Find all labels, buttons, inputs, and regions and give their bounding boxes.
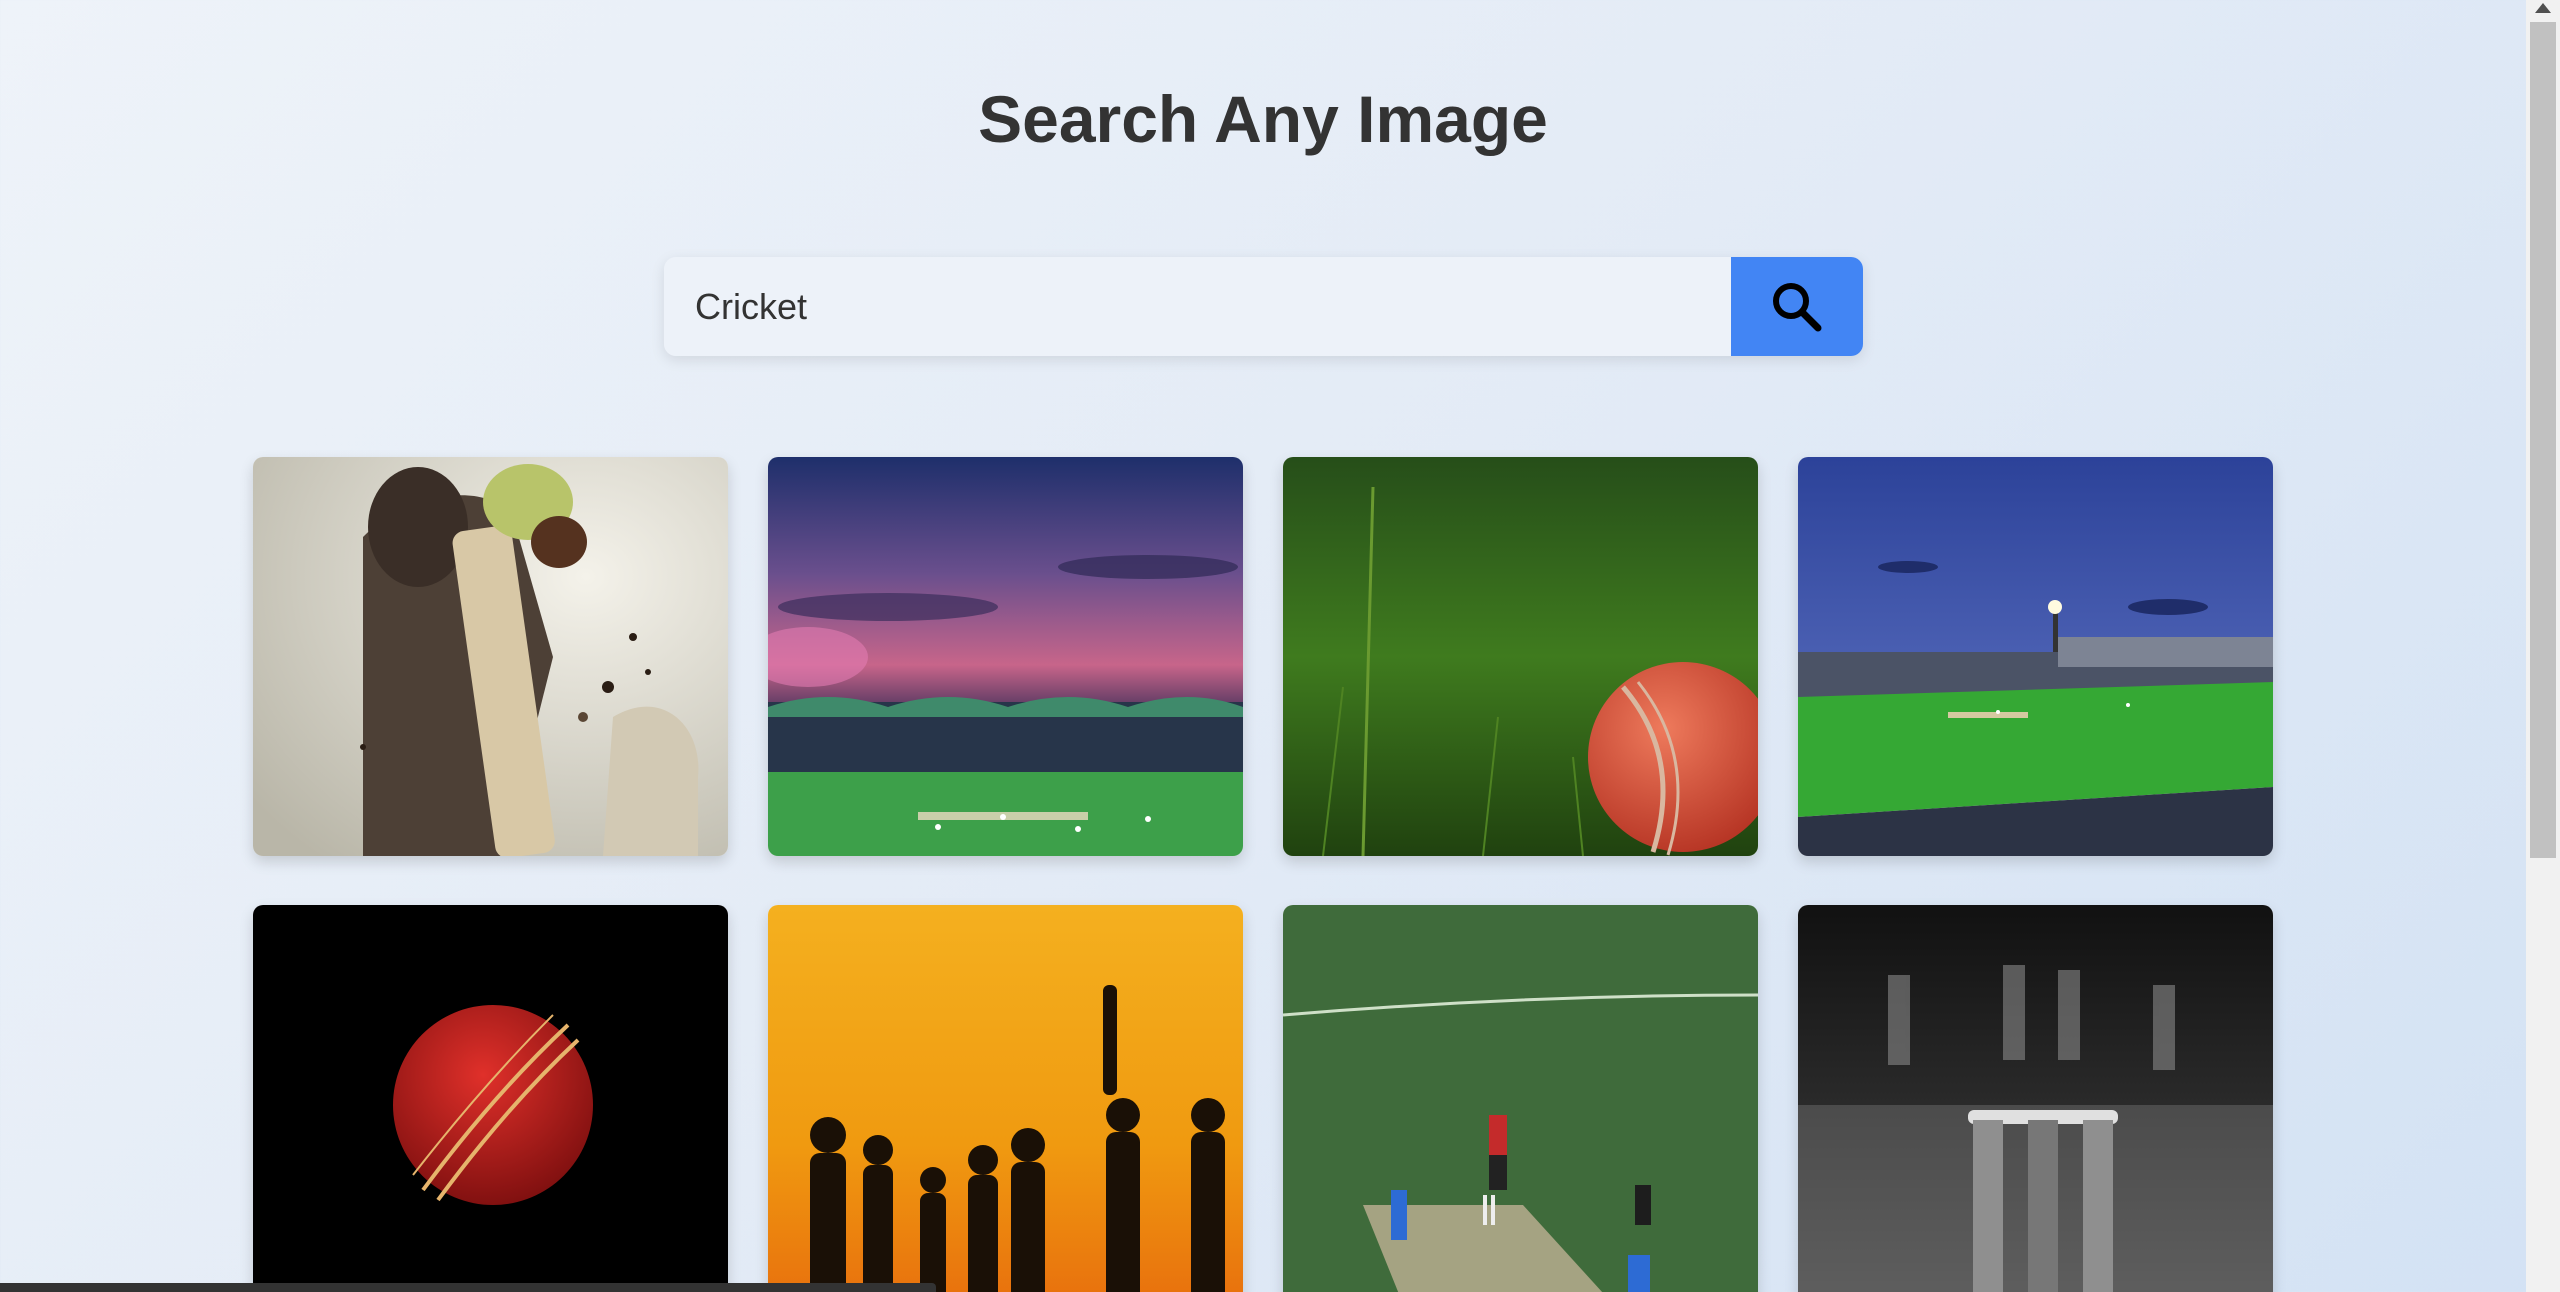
image-card-silhouettes[interactable]: [768, 905, 1243, 1292]
image-card-stadium-night[interactable]: [1798, 457, 2273, 856]
scroll-up-arrow-icon[interactable]: [2535, 3, 2551, 13]
image-grid: [253, 457, 2273, 1292]
image-card-stadium-sunset[interactable]: [768, 457, 1243, 856]
image-card-players-pitch[interactable]: [1283, 905, 1758, 1292]
search-button[interactable]: [1731, 257, 1863, 356]
image-red-ball-black-background: [253, 905, 728, 1292]
image-players-on-pitch: [1283, 905, 1758, 1292]
image-card-red-ball[interactable]: [253, 905, 728, 1292]
vertical-scrollbar[interactable]: [2526, 0, 2560, 1292]
search-icon: [1773, 282, 1822, 331]
image-card-batsman[interactable]: [253, 457, 728, 856]
page-title: Search Any Image: [978, 82, 1548, 156]
horizontal-scrollbar[interactable]: [0, 1283, 936, 1292]
search-bar: [664, 257, 1863, 356]
image-batsman-hitting-ball: [253, 457, 728, 856]
scroll-thumb[interactable]: [2530, 22, 2556, 858]
image-card-ball-grass[interactable]: [1283, 457, 1758, 856]
image-card-stumps[interactable]: [1798, 905, 2273, 1292]
search-input[interactable]: [664, 257, 1731, 356]
image-stadium-at-sunset: [768, 457, 1243, 856]
image-floodlit-stadium-night: [1798, 457, 2273, 856]
image-stumps-black-and-white: [1798, 905, 2273, 1292]
image-silhouettes-at-sunset: [768, 905, 1243, 1292]
image-ball-on-grass: [1283, 457, 1758, 856]
page: Search Any Image: [0, 0, 2526, 1292]
